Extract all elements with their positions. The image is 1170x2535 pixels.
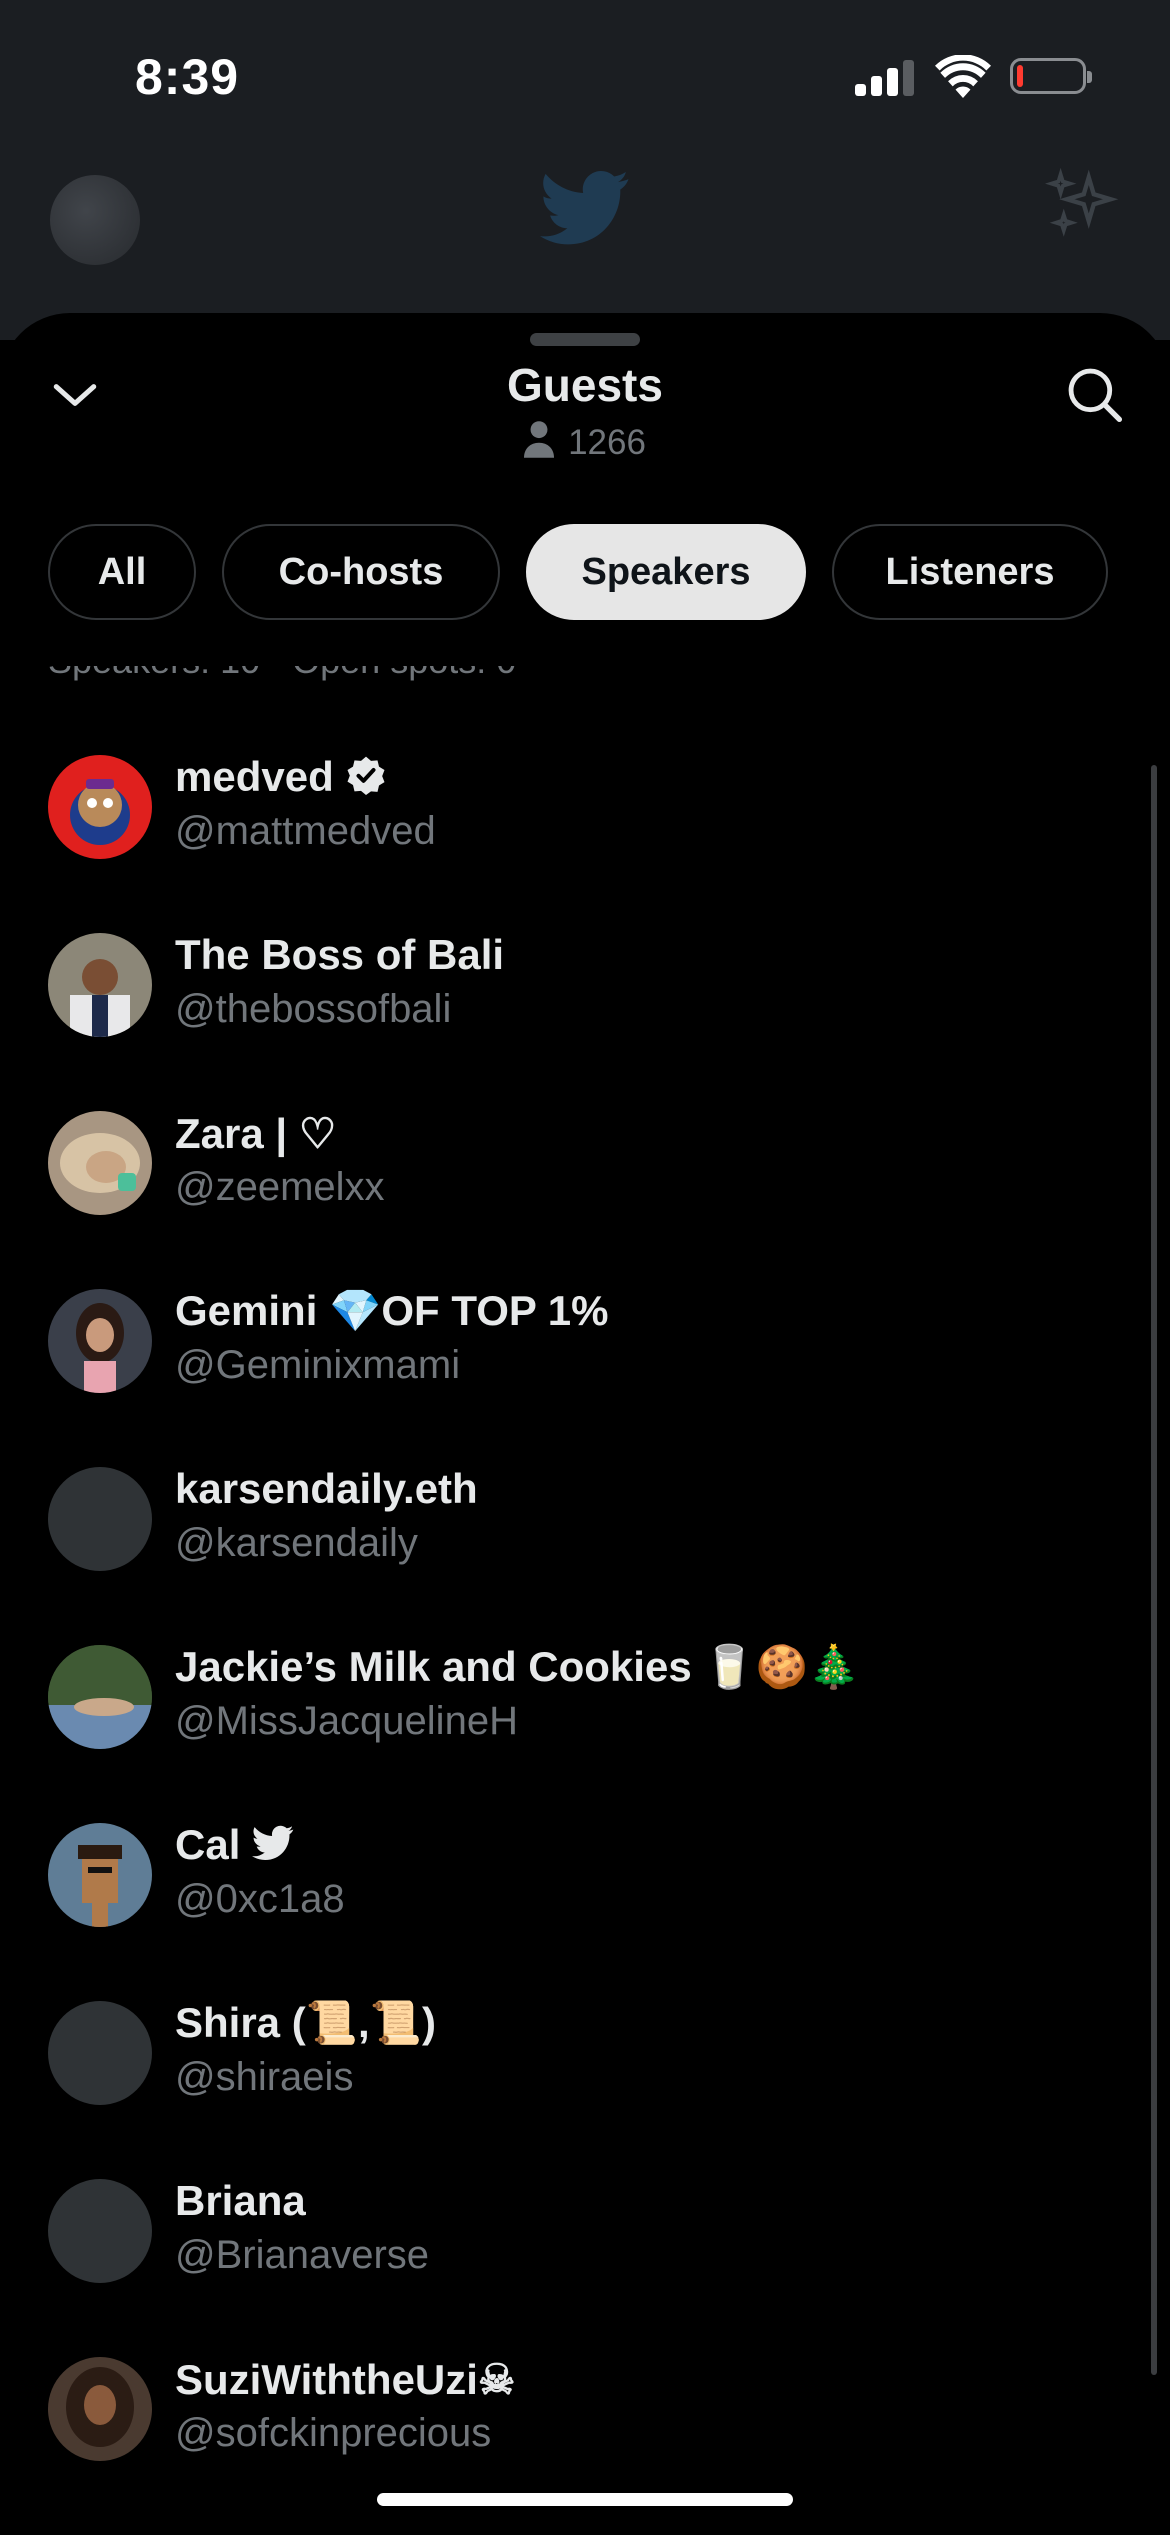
listener-count-value: 1266 <box>568 423 646 462</box>
list-item[interactable]: Shira (📜,📜) @shiraeis <box>0 1999 1150 2179</box>
speaker-name: The Boss of Bali <box>175 931 505 978</box>
speaker-handle: @0xc1a8 <box>175 1877 345 1921</box>
profile-avatar <box>50 175 140 265</box>
avatar <box>48 1111 152 1215</box>
list-item[interactable]: Briana @Brianaverse <box>0 2177 1150 2357</box>
tab-all[interactable]: All <box>48 524 196 620</box>
twitter-logo-icon <box>540 170 629 245</box>
wifi-icon <box>935 55 991 98</box>
home-indicator[interactable] <box>377 2493 793 2506</box>
battery-level <box>1017 65 1023 87</box>
speaker-name: Jackie’s Milk and Cookies 🥛🍪🎄 <box>175 1643 861 1690</box>
twitter-bird-icon <box>252 1825 294 1860</box>
list-item[interactable]: Gemini 💎OF TOP 1% @Geminixmami <box>0 1287 1150 1467</box>
speaker-handle: @sofckinprecious <box>175 2411 492 2455</box>
status-bar: 8:39 <box>0 0 1170 150</box>
list-item[interactable]: medved @mattmedved <box>0 753 1150 933</box>
speaker-handle: @zeemelxx <box>175 1165 385 1209</box>
speaker-handle: @mattmedved <box>175 809 436 853</box>
speaker-name: Shira (📜,📜) <box>175 1999 436 2046</box>
tab-speakers[interactable]: Speakers <box>526 524 806 620</box>
list-item[interactable]: Jackie’s Milk and Cookies 🥛🍪🎄 @MissJacqu… <box>0 1643 1150 1823</box>
cellular-signal-icon <box>855 58 915 96</box>
status-time: 8:39 <box>135 49 240 105</box>
avatar <box>48 1645 152 1749</box>
tab-listeners[interactable]: Listeners <box>832 524 1108 620</box>
speaker-name: medved <box>175 753 386 801</box>
list-item[interactable]: Cal @0xc1a8 <box>0 1821 1150 2001</box>
search-icon[interactable] <box>1065 365 1123 423</box>
speaker-handle: @karsendaily <box>175 1521 418 1565</box>
listener-count: 1266 <box>0 420 1170 463</box>
speaker-handle: @Brianaverse <box>175 2233 430 2277</box>
speaker-handle: @thebossofbali <box>175 987 452 1031</box>
speaker-name: karsendaily.eth <box>175 1465 478 1512</box>
avatar <box>48 1467 152 1571</box>
speaker-handle: @shiraeis <box>175 2055 354 2099</box>
list-item[interactable]: The Boss of Bali @thebossofbali <box>0 931 1150 1111</box>
avatar <box>48 2357 152 2461</box>
avatar <box>48 933 152 1037</box>
avatar <box>48 1823 152 1927</box>
avatar <box>48 2001 152 2105</box>
speaker-name: Gemini 💎OF TOP 1% <box>175 1287 609 1334</box>
speaker-name: Cal <box>175 1821 294 1869</box>
list-item[interactable]: SuziWiththeUzi☠ @sofckinprecious <box>0 2356 1150 2535</box>
avatar <box>48 2179 152 2283</box>
sparkle-icon <box>1045 168 1119 237</box>
speaker-handle: @Geminixmami <box>175 1343 461 1387</box>
tab-co-hosts[interactable]: Co-hosts <box>222 524 500 620</box>
speaker-name: Zara | ♡ <box>175 1110 337 1157</box>
list-item[interactable]: Zara | ♡ @zeemelxx <box>0 1110 1150 1289</box>
speaker-handle: @MissJacquelineH <box>175 1699 518 1743</box>
sheet-grabber[interactable] <box>530 333 640 346</box>
speaker-name: Briana <box>175 2177 306 2224</box>
speaker-name: SuziWiththeUzi☠ <box>175 2356 516 2403</box>
battery-icon <box>1010 58 1092 94</box>
sheet-title: Guests <box>507 359 663 411</box>
avatar <box>48 1289 152 1393</box>
avatar <box>48 755 152 859</box>
verified-badge-icon <box>347 756 385 795</box>
list-item[interactable]: karsendaily.eth @karsendaily <box>0 1465 1150 1645</box>
person-icon <box>524 421 555 458</box>
scrollbar[interactable] <box>1151 765 1157 2375</box>
